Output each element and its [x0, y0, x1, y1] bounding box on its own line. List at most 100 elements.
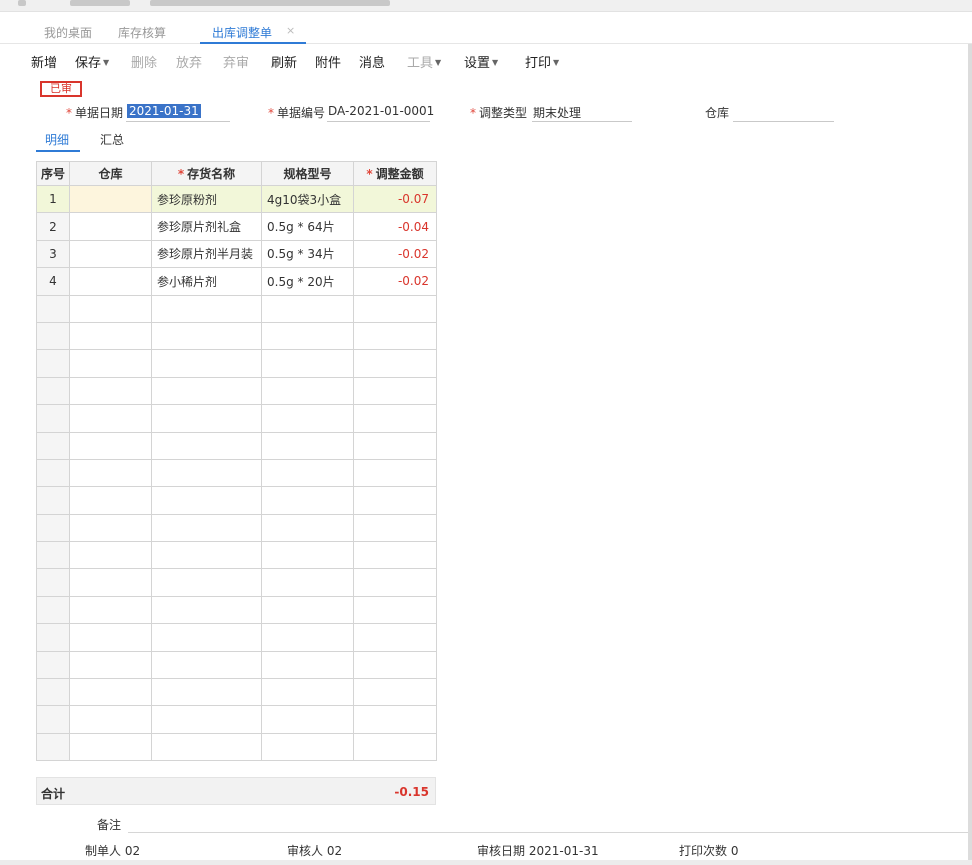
empty-table-row[interactable] [36, 294, 437, 323]
cell-name[interactable]: 参珍原片剂半月装 [151, 239, 262, 269]
empty-cell[interactable] [69, 458, 152, 488]
empty-cell[interactable] [151, 404, 262, 433]
empty-cell[interactable] [353, 294, 437, 323]
empty-cell[interactable] [261, 321, 354, 351]
col-header-name[interactable]: * 存货名称 [151, 161, 262, 186]
remark-input[interactable] [128, 832, 968, 833]
empty-cell[interactable] [353, 513, 437, 543]
empty-cell[interactable] [69, 732, 152, 762]
empty-cell[interactable] [261, 458, 354, 488]
cell-name[interactable]: 参珍原粉剂 [151, 184, 262, 214]
attachment-button[interactable]: 附件 [315, 52, 341, 71]
cell-spec[interactable]: 0.5g * 34片 [261, 239, 354, 269]
empty-cell[interactable] [151, 486, 262, 515]
table-row[interactable]: 3 参珍原片剂半月装 0.5g * 34片 -0.02 [36, 239, 437, 269]
cell-amount[interactable]: -0.07 [353, 184, 437, 214]
empty-cell[interactable] [353, 349, 437, 378]
col-header-amount[interactable]: * 调整金额 [353, 161, 437, 186]
empty-cell[interactable] [69, 294, 152, 323]
empty-cell[interactable] [151, 431, 262, 460]
col-header-warehouse[interactable]: 仓库 [69, 161, 152, 186]
close-icon[interactable]: × [286, 24, 295, 37]
empty-cell[interactable] [353, 541, 437, 570]
cell-amount[interactable]: -0.02 [353, 239, 437, 269]
empty-cell[interactable] [69, 705, 152, 734]
empty-cell[interactable] [353, 486, 437, 515]
empty-cell[interactable] [353, 678, 437, 707]
empty-cell[interactable] [261, 486, 354, 515]
cell-name[interactable]: 参珍原片剂礼盒 [151, 212, 262, 241]
empty-cell[interactable] [261, 376, 354, 406]
empty-cell[interactable] [261, 349, 354, 378]
empty-cell[interactable] [69, 349, 152, 378]
empty-cell[interactable] [151, 732, 262, 762]
empty-cell[interactable] [353, 568, 437, 597]
empty-cell[interactable] [69, 623, 152, 652]
empty-cell[interactable] [69, 568, 152, 597]
settings-button[interactable]: 设置 ▼ [464, 52, 498, 71]
empty-table-row[interactable] [36, 404, 437, 433]
empty-cell[interactable] [151, 568, 262, 597]
scrollbar-track[interactable] [968, 44, 972, 865]
empty-cell[interactable] [261, 595, 354, 625]
empty-table-row[interactable] [36, 650, 437, 680]
empty-cell[interactable] [69, 376, 152, 406]
cell-warehouse[interactable] [69, 184, 152, 214]
empty-cell[interactable] [261, 623, 354, 652]
empty-cell[interactable] [261, 404, 354, 433]
empty-cell[interactable] [151, 294, 262, 323]
empty-table-row[interactable] [36, 486, 437, 515]
cell-spec[interactable]: 0.5g * 20片 [261, 267, 354, 296]
empty-cell[interactable] [151, 541, 262, 570]
discard-button[interactable]: 放弃 [176, 52, 202, 71]
empty-cell[interactable] [261, 650, 354, 680]
empty-table-row[interactable] [36, 349, 437, 378]
cell-name[interactable]: 参小稀片剂 [151, 267, 262, 296]
empty-cell[interactable] [353, 732, 437, 762]
tab-my-desktop[interactable]: 我的桌面 [44, 24, 92, 41]
empty-table-row[interactable] [36, 321, 437, 351]
empty-table-row[interactable] [36, 595, 437, 625]
table-row[interactable]: 2 参珍原片剂礼盒 0.5g * 64片 -0.04 [36, 212, 437, 241]
empty-cell[interactable] [69, 486, 152, 515]
empty-cell[interactable] [69, 650, 152, 680]
empty-cell[interactable] [353, 321, 437, 351]
empty-cell[interactable] [151, 650, 262, 680]
empty-cell[interactable] [353, 404, 437, 433]
empty-cell[interactable] [151, 595, 262, 625]
empty-cell[interactable] [353, 431, 437, 460]
empty-cell[interactable] [69, 541, 152, 570]
empty-cell[interactable] [353, 623, 437, 652]
empty-table-row[interactable] [36, 678, 437, 707]
empty-cell[interactable] [353, 595, 437, 625]
cell-warehouse[interactable] [69, 212, 152, 241]
empty-table-row[interactable] [36, 376, 437, 406]
empty-cell[interactable] [261, 513, 354, 543]
col-header-spec[interactable]: 规格型号 [261, 161, 354, 186]
empty-cell[interactable] [151, 458, 262, 488]
empty-cell[interactable] [261, 294, 354, 323]
cell-amount[interactable]: -0.04 [353, 212, 437, 241]
tab-outbound-adjustment[interactable]: 出库调整单 [212, 24, 272, 41]
empty-table-row[interactable] [36, 431, 437, 460]
empty-cell[interactable] [261, 732, 354, 762]
cell-spec[interactable]: 0.5g * 64片 [261, 212, 354, 241]
table-row[interactable]: 4 参小稀片剂 0.5g * 20片 -0.02 [36, 267, 437, 296]
empty-table-row[interactable] [36, 541, 437, 570]
empty-cell[interactable] [261, 678, 354, 707]
col-header-no[interactable]: 序号 [36, 161, 70, 186]
empty-cell[interactable] [151, 678, 262, 707]
empty-cell[interactable] [261, 568, 354, 597]
empty-cell[interactable] [353, 458, 437, 488]
tab-inventory-accounting[interactable]: 库存核算 [118, 24, 166, 41]
tab-summary[interactable]: 汇总 [100, 131, 124, 148]
cell-warehouse[interactable] [69, 239, 152, 269]
cell-warehouse[interactable] [69, 267, 152, 296]
cell-amount[interactable]: -0.02 [353, 267, 437, 296]
empty-cell[interactable] [69, 678, 152, 707]
empty-cell[interactable] [353, 705, 437, 734]
type-field[interactable]: 期末处理 [533, 104, 581, 121]
empty-table-row[interactable] [36, 458, 437, 488]
empty-cell[interactable] [353, 376, 437, 406]
print-button[interactable]: 打印 ▼ [525, 52, 559, 71]
